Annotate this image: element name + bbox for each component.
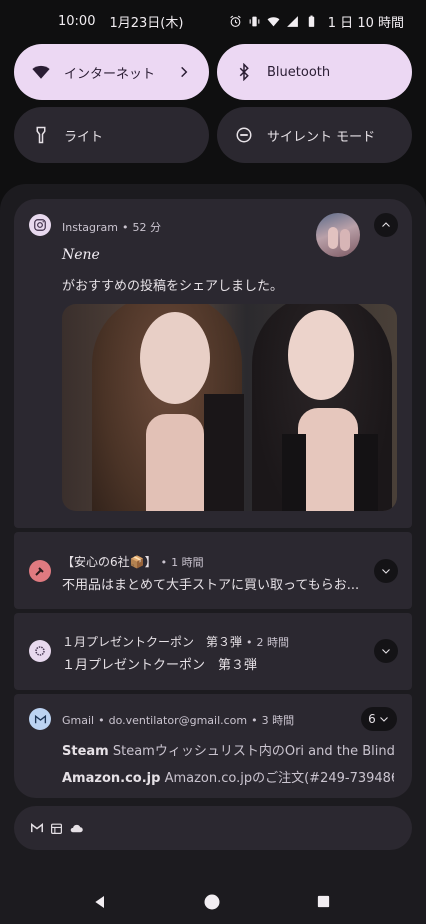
chevron-right-icon <box>181 66 188 78</box>
flashlight-icon <box>36 126 46 144</box>
tile-internet[interactable]: インターネット <box>14 44 209 100</box>
notification-instagram[interactable]: Instagram • 52 分 Nene がおすすめの投稿をシェアしました。 <box>14 199 412 528</box>
chevron-down-icon <box>379 717 388 722</box>
coupon-time: 2 時間 <box>256 636 290 649</box>
tile-bluetooth[interactable]: Bluetooth <box>217 44 412 100</box>
expand-count-button[interactable]: 6 <box>361 707 397 731</box>
bluetooth-icon <box>239 63 249 81</box>
gmail-icon <box>29 708 51 730</box>
expand-button[interactable] <box>374 639 398 663</box>
gmail-app-name: Gmail <box>62 714 95 727</box>
tile-flashlight[interactable]: ライト <box>14 107 209 163</box>
status-icons: 1 日 10 時間 <box>229 12 404 31</box>
tile-bluetooth-label: Bluetooth <box>267 64 331 80</box>
coupon-meta: １月プレゼントクーポン 第３弾 • 2 時間 <box>62 635 290 649</box>
instagram-app-name: Instagram <box>62 221 118 234</box>
instagram-sender: Nene <box>62 247 100 263</box>
wifi-status-icon <box>267 16 280 26</box>
cloud-mini-icon <box>70 824 83 832</box>
shared-post-image[interactable] <box>62 304 397 511</box>
gmail-message-1[interactable]: Steam Steamウィッシュリスト内のOri and the Blind F… <box>62 740 394 759</box>
alarm-icon <box>230 15 241 27</box>
recycle-message: 不用品はまとめて大手ストアに買い取ってもらお... <box>62 578 360 593</box>
clock: 10:00 <box>58 13 96 29</box>
gmail-sender-2: Amazon.co.jp <box>62 771 161 786</box>
signal-icon <box>286 15 298 27</box>
calendar-mini-icon <box>51 823 62 834</box>
date: 1月23日(木) <box>109 15 184 31</box>
coupon-app-icon <box>29 640 51 662</box>
chevron-down-icon <box>382 649 390 654</box>
notification-recycle[interactable]: 【安心の6社📦】 • 1 時間 不用品はまとめて大手ストアに買い取ってもらお... <box>14 532 412 609</box>
wifi-icon <box>32 65 50 79</box>
instagram-icon <box>29 214 51 236</box>
recents-icon[interactable] <box>316 894 331 909</box>
gmail-meta: Gmail • do.ventilator@gmail.com • 3 時間 <box>62 714 295 727</box>
expand-button[interactable] <box>374 559 398 583</box>
message-count: 6 <box>368 712 376 726</box>
back-icon[interactable] <box>92 894 108 910</box>
tile-dnd[interactable]: サイレント モード <box>217 107 412 163</box>
coupon-app-name: １月プレゼントクーポン 第３弾 <box>62 635 243 649</box>
instagram-time: 52 分 <box>132 221 161 234</box>
recycle-time: 1 時間 <box>171 556 204 569</box>
gmail-message-2[interactable]: Amazon.co.jp Amazon.co.jpのご注文(#249-73948… <box>62 767 394 786</box>
gmail-sender-1: Steam <box>62 744 109 759</box>
tile-dnd-label: サイレント モード <box>267 129 376 145</box>
navigation-bar <box>0 880 426 924</box>
gmail-subject-2: Amazon.co.jpのご注文(#249-7394860-8... <box>164 771 394 786</box>
gmail-mini-icon <box>31 823 43 833</box>
instagram-meta: Instagram • 52 分 <box>62 221 161 234</box>
recycle-app-name: 【安心の6社📦】 <box>62 555 157 569</box>
avatar <box>316 213 360 257</box>
gmail-time: 3 時間 <box>261 714 295 727</box>
notification-shelf[interactable] <box>14 806 412 850</box>
battery-text: 1 日 10 時間 <box>327 15 404 31</box>
collapse-button[interactable] <box>374 213 398 237</box>
gmail-subject-1: Steamウィッシュリスト内のOri and the Blind F... <box>112 744 394 759</box>
recycle-app-icon <box>29 560 51 582</box>
status-bar: 10:00 1月23日(木) 1 日 10 時間 <box>0 0 426 42</box>
chevron-up-icon <box>382 222 390 227</box>
recycle-meta: 【安心の6社📦】 • 1 時間 <box>62 555 204 569</box>
battery-icon <box>308 15 314 27</box>
notification-gmail[interactable]: Gmail • do.ventilator@gmail.com • 3 時間 6 Ste… <box>14 694 412 798</box>
gmail-account: do.ventilator@gmail.com <box>108 714 248 727</box>
notification-coupon[interactable]: １月プレゼントクーポン 第３弾 • 2 時間 １月プレゼントクーポン 第３弾 <box>14 613 412 690</box>
do-not-disturb-icon <box>236 127 252 143</box>
instagram-message: がおすすめの投稿をシェアしました。 <box>62 279 284 294</box>
coupon-message: １月プレゼントクーポン 第３弾 <box>62 658 258 673</box>
chevron-down-icon <box>382 569 390 574</box>
home-icon[interactable] <box>203 893 221 911</box>
tile-flashlight-label: ライト <box>64 129 104 145</box>
tile-internet-label: インターネット <box>64 66 156 82</box>
vibrate-icon <box>249 16 260 26</box>
